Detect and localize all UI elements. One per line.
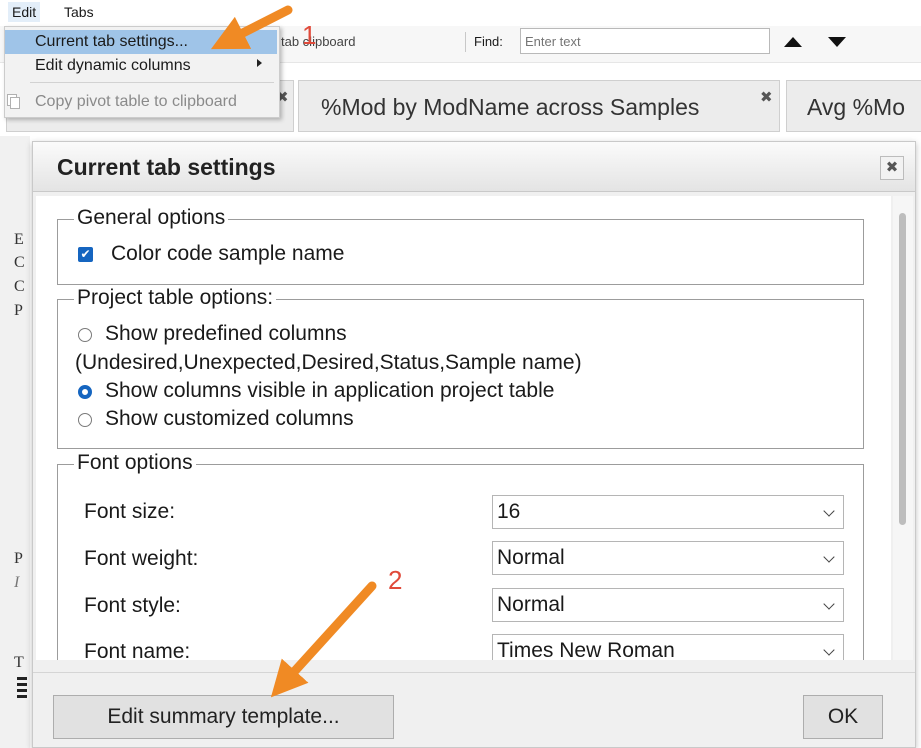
left-letter: E (14, 231, 24, 248)
font-name-label: Font name: (84, 640, 191, 663)
chevron-down-icon (823, 598, 835, 610)
toolbar-separator (465, 32, 466, 52)
find-input[interactable] (520, 28, 770, 54)
chevron-down-icon (823, 551, 835, 563)
customized-columns-label[interactable]: Show customized columns (105, 407, 354, 431)
dialog-footer-divider (33, 672, 915, 673)
edit-summary-template-button[interactable]: Edit summary template... (53, 695, 394, 739)
font-size-select[interactable]: 16 (492, 495, 844, 529)
general-options-legend: General options (74, 206, 229, 230)
submenu-arrow-icon (257, 59, 262, 67)
font-weight-label: Font weight: (84, 547, 199, 570)
color-code-checkbox[interactable]: ✔ (78, 247, 93, 262)
tab-mod-by-modname[interactable]: %Mod by ModName across Samples (298, 80, 780, 132)
left-letter: I (14, 574, 20, 591)
annotation-badge-2: 2 (388, 565, 403, 595)
font-name-select[interactable]: Times New Roman (492, 634, 844, 662)
menu-separator (30, 82, 274, 83)
chevron-down-icon (823, 505, 835, 517)
font-style-value: Normal (497, 593, 565, 616)
tab-avg-mod[interactable]: Avg %Mo (786, 80, 921, 132)
annotation-badge-1: 1 (302, 20, 317, 50)
font-weight-value: Normal (497, 546, 565, 569)
find-previous-icon[interactable] (784, 37, 802, 47)
find-next-icon[interactable] (828, 37, 846, 47)
left-letter: C (14, 254, 25, 271)
copy-icon (10, 97, 20, 109)
left-letter: P (14, 302, 23, 319)
color-code-label[interactable]: Color code sample name (111, 242, 344, 266)
tab-close-icon[interactable]: ✖ (760, 88, 773, 106)
ok-button[interactable]: OK (803, 695, 883, 739)
dialog-title: Current tab settings (57, 154, 276, 180)
left-letter: P (14, 550, 23, 567)
visible-columns-radio[interactable] (78, 385, 92, 399)
predefined-columns-label[interactable]: Show predefined columns (105, 322, 347, 346)
left-content-strip: E C C P P I T (0, 136, 30, 748)
font-options-legend: Font options (74, 451, 196, 475)
toolbar-clipboard-text[interactable]: tab clipboard (281, 34, 355, 49)
chevron-down-icon (823, 644, 835, 656)
predefined-columns-note: (Undesired,Unexpected,Desired,Status,Sam… (75, 351, 582, 374)
font-size-label: Font size: (84, 500, 176, 523)
menu-item-edit-dynamic-columns[interactable]: Edit dynamic columns (5, 54, 277, 78)
menu-bar: Edit Tabs (0, 0, 921, 24)
menu-item-current-tab-settings[interactable]: Current tab settings... (5, 30, 277, 54)
font-weight-select[interactable]: Normal (492, 541, 844, 575)
visible-columns-label[interactable]: Show columns visible in application proj… (105, 379, 554, 403)
font-size-value: 16 (497, 500, 521, 523)
hamburger-icon[interactable] (17, 677, 27, 701)
font-style-label: Font style: (84, 594, 181, 617)
font-name-value: Times New Roman (497, 639, 675, 662)
font-style-select[interactable]: Normal (492, 588, 844, 622)
menu-edit[interactable]: Edit (8, 2, 41, 22)
left-letter: T (14, 654, 24, 671)
menu-tabs[interactable]: Tabs (60, 2, 98, 22)
find-label: Find: (474, 34, 503, 49)
project-table-options-legend: Project table options: (74, 286, 277, 310)
customized-columns-radio[interactable] (78, 413, 92, 427)
menu-item-copy-pivot-table[interactable]: Copy pivot table to clipboard (5, 90, 277, 114)
scrollbar-thumb[interactable] (899, 213, 906, 525)
left-letter: C (14, 278, 25, 295)
predefined-columns-radio[interactable] (78, 328, 92, 342)
close-icon[interactable]: ✖ (880, 156, 904, 180)
